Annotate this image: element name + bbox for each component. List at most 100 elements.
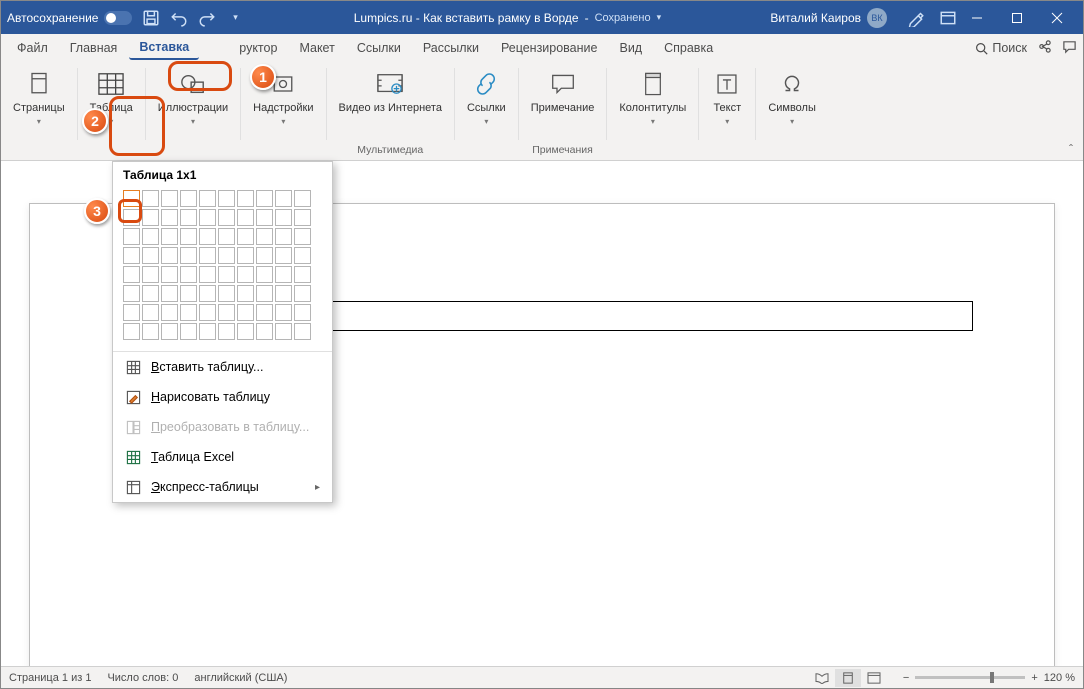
tab-layout[interactable]: Макет <box>289 37 344 59</box>
grid-cell[interactable] <box>256 209 273 226</box>
tab-mailings[interactable]: Рассылки <box>413 37 489 59</box>
grid-cell[interactable] <box>218 247 235 264</box>
grid-cell[interactable] <box>142 304 159 321</box>
grid-cell[interactable] <box>256 304 273 321</box>
grid-cell[interactable] <box>237 266 254 283</box>
grid-cell[interactable] <box>256 228 273 245</box>
tab-help[interactable]: Справка <box>654 37 723 59</box>
tab-view[interactable]: Вид <box>609 37 652 59</box>
undo-icon[interactable] <box>170 9 188 27</box>
paint-icon[interactable] <box>907 9 925 27</box>
grid-cell[interactable] <box>199 266 216 283</box>
tab-insert[interactable]: Вставка <box>129 36 199 60</box>
grid-cell[interactable] <box>275 228 292 245</box>
grid-cell[interactable] <box>199 285 216 302</box>
grid-cell[interactable] <box>294 266 311 283</box>
collapse-ribbon-icon[interactable]: ˆ <box>1069 142 1073 156</box>
grid-cell[interactable] <box>180 209 197 226</box>
grid-cell[interactable] <box>180 323 197 340</box>
comment-button[interactable]: Примечание <box>525 66 601 117</box>
grid-cell[interactable] <box>199 228 216 245</box>
grid-cell[interactable] <box>199 323 216 340</box>
zoom-value[interactable]: 120 % <box>1044 672 1075 684</box>
grid-cell[interactable] <box>142 247 159 264</box>
save-icon[interactable] <box>142 9 160 27</box>
grid-cell[interactable] <box>275 209 292 226</box>
grid-cell[interactable] <box>180 228 197 245</box>
inserted-frame[interactable] <box>311 301 973 331</box>
word-count[interactable]: Число слов: 0 <box>107 672 178 684</box>
grid-cell[interactable] <box>123 247 140 264</box>
grid-cell[interactable] <box>142 285 159 302</box>
grid-cell[interactable] <box>218 266 235 283</box>
grid-cell[interactable] <box>180 304 197 321</box>
grid-cell[interactable] <box>237 285 254 302</box>
grid-cell[interactable] <box>256 323 273 340</box>
toggle-switch[interactable] <box>104 11 132 25</box>
grid-cell[interactable] <box>161 304 178 321</box>
text-button[interactable]: Текст ▾ <box>705 66 749 128</box>
grid-cell[interactable] <box>123 323 140 340</box>
search-box[interactable]: Поиск <box>975 41 1027 55</box>
grid-cell[interactable] <box>237 323 254 340</box>
zoom-out-icon[interactable]: − <box>903 672 909 684</box>
grid-cell[interactable] <box>142 209 159 226</box>
grid-cell[interactable] <box>123 304 140 321</box>
grid-cell[interactable] <box>180 190 197 207</box>
share-icon[interactable] <box>1037 39 1052 57</box>
grid-cell[interactable] <box>275 323 292 340</box>
grid-cell[interactable] <box>256 247 273 264</box>
grid-cell[interactable] <box>123 209 140 226</box>
grid-cell[interactable] <box>256 285 273 302</box>
grid-cell[interactable] <box>218 190 235 207</box>
grid-cell[interactable] <box>161 285 178 302</box>
comments-icon[interactable] <box>1062 39 1077 57</box>
ribbon-display-icon[interactable] <box>939 9 957 27</box>
grid-cell[interactable] <box>161 190 178 207</box>
links-button[interactable]: Ссылки ▾ <box>461 66 512 128</box>
grid-cell[interactable] <box>142 190 159 207</box>
close-button[interactable] <box>1037 1 1077 34</box>
grid-cell[interactable] <box>161 266 178 283</box>
grid-cell[interactable] <box>294 323 311 340</box>
grid-cell[interactable] <box>294 247 311 264</box>
minimize-button[interactable] <box>957 1 997 34</box>
tab-design-partial[interactable]: руктор <box>201 37 287 59</box>
user-account[interactable]: Виталий Каиров ВК <box>770 8 887 28</box>
grid-cell[interactable] <box>180 247 197 264</box>
tab-file[interactable]: Файл <box>7 37 58 59</box>
zoom-slider[interactable] <box>915 676 1025 679</box>
grid-cell[interactable] <box>294 228 311 245</box>
grid-cell[interactable] <box>237 190 254 207</box>
headerfooter-button[interactable]: Колонтитулы ▾ <box>613 66 692 128</box>
grid-cell[interactable] <box>180 285 197 302</box>
zoom-in-icon[interactable]: + <box>1031 672 1037 684</box>
grid-cell[interactable] <box>256 266 273 283</box>
print-layout-icon[interactable] <box>835 669 861 687</box>
grid-cell[interactable] <box>218 285 235 302</box>
insert-table-item[interactable]: Вставить таблицу... <box>113 352 332 382</box>
grid-cell[interactable] <box>275 190 292 207</box>
grid-cell[interactable] <box>123 228 140 245</box>
grid-cell[interactable] <box>142 266 159 283</box>
quick-tables-item[interactable]: Экспресс-таблицы ▸ <box>113 472 332 502</box>
pages-button[interactable]: Страницы ▾ <box>7 66 71 128</box>
illustrations-button[interactable]: Иллюстрации ▾ <box>152 66 234 128</box>
grid-cell[interactable] <box>142 323 159 340</box>
symbols-button[interactable]: Символы ▾ <box>762 66 822 128</box>
grid-cell[interactable] <box>294 190 311 207</box>
read-mode-icon[interactable] <box>809 669 835 687</box>
table-size-grid[interactable] <box>113 186 332 351</box>
grid-cell[interactable] <box>161 247 178 264</box>
grid-cell[interactable] <box>199 304 216 321</box>
grid-cell[interactable] <box>275 304 292 321</box>
grid-cell[interactable] <box>237 228 254 245</box>
grid-cell[interactable] <box>161 228 178 245</box>
grid-cell[interactable] <box>218 304 235 321</box>
grid-cell[interactable] <box>275 266 292 283</box>
grid-cell[interactable] <box>256 190 273 207</box>
grid-cell[interactable] <box>218 228 235 245</box>
maximize-button[interactable] <box>997 1 1037 34</box>
grid-cell[interactable] <box>294 304 311 321</box>
grid-cell[interactable] <box>218 209 235 226</box>
